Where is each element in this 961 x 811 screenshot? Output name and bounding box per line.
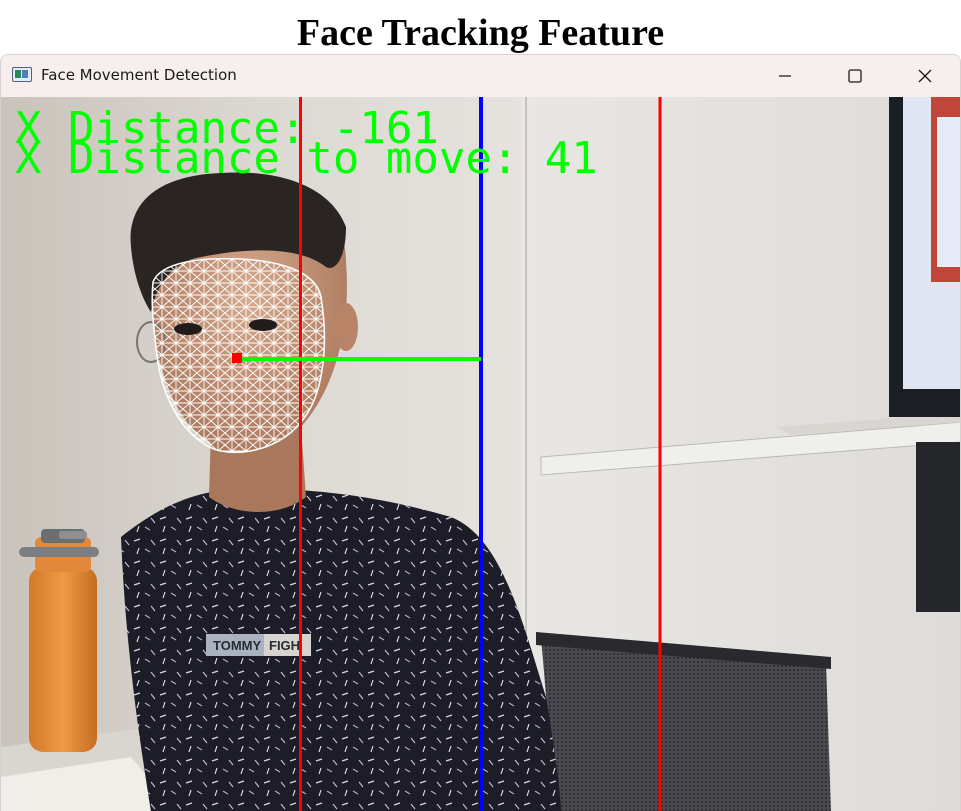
camera-viewport: TOMMY FIGH X Distance: -161 X Distance t…	[1, 97, 960, 811]
minimize-icon	[779, 75, 791, 77]
svg-text:FIGH: FIGH	[269, 638, 300, 653]
camera-feed: TOMMY FIGH	[1, 97, 960, 811]
app-window: Face Movement Detection TOMMY FIGH X Dis…	[0, 54, 961, 811]
close-icon	[918, 69, 932, 83]
close-button[interactable]	[890, 55, 960, 97]
page-heading: Face Tracking Feature	[296, 12, 665, 54]
svg-text:TOMMY: TOMMY	[213, 638, 261, 653]
window-title: Face Movement Detection	[41, 66, 237, 84]
maximize-icon	[848, 69, 862, 83]
app-window-icon	[12, 67, 32, 82]
minimize-button[interactable]	[750, 55, 820, 97]
nose-marker	[232, 353, 242, 363]
x-distance-to-move-readout: X Distance to move: 41	[15, 133, 598, 184]
window-titlebar[interactable]: Face Movement Detection	[1, 55, 960, 97]
maximize-button[interactable]	[820, 55, 890, 97]
